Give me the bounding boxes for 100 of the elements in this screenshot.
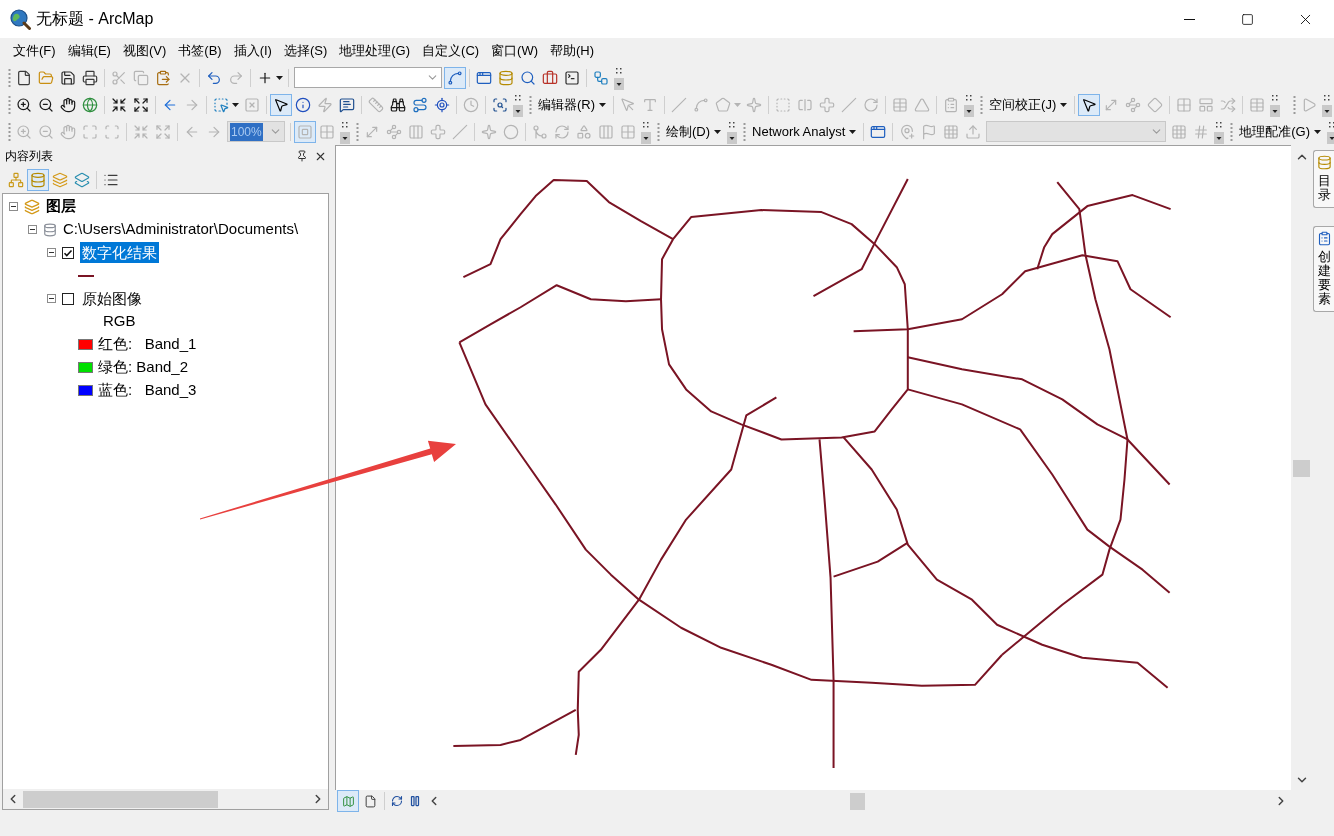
data-frame-name[interactable]: 图层 [46,195,76,218]
menu-item[interactable]: 选择(S) [277,41,334,61]
scrollbar-thumb[interactable] [23,790,218,808]
database-icon [1316,155,1332,170]
shrink-icon[interactable] [111,96,127,113]
caret-icon[interactable] [276,75,283,80]
caret-icon [1060,102,1068,107]
stack-icon[interactable] [74,172,90,188]
collapse-icon[interactable] [47,248,56,257]
workflow-icon[interactable] [593,69,609,86]
toolbar-grip[interactable] [8,68,11,87]
save-icon[interactable] [60,69,76,86]
select-pointer-icon[interactable] [213,96,229,113]
checkbox[interactable] [62,246,74,259]
collapse-icon[interactable] [28,225,37,234]
toolbar-options-icon[interactable] [614,65,624,90]
toolbar-options-icon[interactable] [1214,119,1225,144]
hand-icon[interactable] [60,96,76,113]
printer-icon[interactable] [82,69,98,86]
pin-icon[interactable] [296,150,308,162]
legend-heading: RGB [103,311,136,332]
horizontal-scrollbar[interactable] [3,789,328,809]
toolbar-grip[interactable] [8,122,11,141]
message-icon[interactable] [339,96,355,113]
toolbar-grip[interactable] [8,95,11,114]
toolbar-options-icon[interactable] [727,119,738,144]
toolbar-grip[interactable] [743,122,747,141]
terminal-icon[interactable] [564,69,580,86]
toolbar-menu-button[interactable]: 地理配准(G) [1235,120,1326,143]
network-icon[interactable] [8,172,24,188]
database-icon [43,222,57,237]
legend-label: 绿色: Band_2 [98,357,189,378]
window-icon[interactable] [476,69,492,86]
toolbar-options-icon[interactable] [964,92,975,117]
dock-tab[interactable]: 目录 [1313,150,1334,208]
scrollbar-thumb[interactable] [850,792,865,810]
toolbar-grip[interactable] [356,122,359,141]
toolbar-menu-button[interactable]: 绘制(D) [662,120,726,143]
toolbar-grip[interactable] [1230,122,1234,141]
menu-item[interactable]: 视图(V) [116,41,173,61]
caret-icon[interactable] [232,102,239,107]
locate-icon[interactable] [434,96,450,113]
refresh-icon[interactable] [391,795,403,807]
file-icon[interactable] [16,69,32,86]
toolbar-options-icon[interactable] [641,119,651,144]
folder-icon[interactable] [38,69,54,86]
collapse-icon[interactable] [9,202,18,211]
expand-arrows-icon[interactable] [133,96,149,113]
info-icon[interactable] [295,96,311,113]
globe-icon[interactable] [82,96,98,113]
legend-label: 红色: Band_1 [98,334,197,355]
layers-icon [24,198,40,215]
toolbar-grip[interactable] [1293,95,1296,114]
collapse-icon[interactable] [47,294,56,303]
toolbar-menu-button[interactable]: Network Analyst [748,120,861,143]
window-icon[interactable] [870,123,887,140]
toolbar-options-icon[interactable] [1327,119,1334,144]
toolbar-options-icon[interactable] [1322,92,1332,117]
folder-path[interactable]: C:\Users\Administrator\Documents\ [63,218,299,241]
toolbar-grip[interactable] [529,95,532,114]
database-icon[interactable] [498,69,514,86]
toolbar-menu-button[interactable]: 空间校正(J) [985,93,1072,116]
list-icon[interactable] [103,172,119,188]
toolbar-options-icon[interactable] [513,92,523,117]
search-icon[interactable] [520,69,536,86]
zoom-in-icon[interactable] [16,96,32,113]
menu-item[interactable]: 窗口(W) [485,41,545,61]
toolbar-grip[interactable] [657,122,660,141]
file-icon[interactable] [363,794,377,808]
layer-name[interactable]: 数字化结果 [80,242,159,263]
caret-icon [849,129,857,134]
zoom-out-icon[interactable] [38,96,54,113]
window-title: 无标题 - ArcMap [36,9,154,29]
dropdown-field[interactable] [294,67,442,88]
minimize-icon [1183,18,1195,20]
menu-item[interactable]: 帮助(H) [544,41,601,61]
clipboard-icon[interactable] [155,69,171,86]
dock-tab[interactable]: 创建要素 [1313,225,1334,312]
menu-item[interactable]: 编辑(E) [61,41,117,61]
toolbar-options-icon[interactable] [340,119,350,144]
binoculars-icon[interactable] [390,96,406,113]
menu-item[interactable]: 书签(B) [172,41,228,61]
app-logo-icon [10,8,31,30]
layer-name[interactable]: 原始图像 [80,288,144,309]
scan-search-icon[interactable] [492,96,508,113]
route-icon[interactable] [412,96,428,113]
pause-icon[interactable] [409,795,421,807]
scrollbar-thumb[interactable] [1293,460,1310,477]
checkbox[interactable] [62,292,74,305]
menu-item[interactable]: 文件(F) [7,41,62,61]
menu-item[interactable]: 插入(I) [227,41,278,61]
toolbar-grip[interactable] [980,95,984,114]
maximize-icon [1240,12,1254,26]
briefcase-icon[interactable] [542,69,558,86]
menu-item[interactable]: 自定义(C) [416,41,486,61]
toolbar-menu-button[interactable]: 编辑器(R) [534,93,611,116]
menu-item[interactable]: 地理处理(G) [333,41,417,61]
layers-icon[interactable] [52,172,68,188]
toolbar-options-icon[interactable] [1270,92,1281,117]
undo-icon[interactable] [206,69,222,86]
